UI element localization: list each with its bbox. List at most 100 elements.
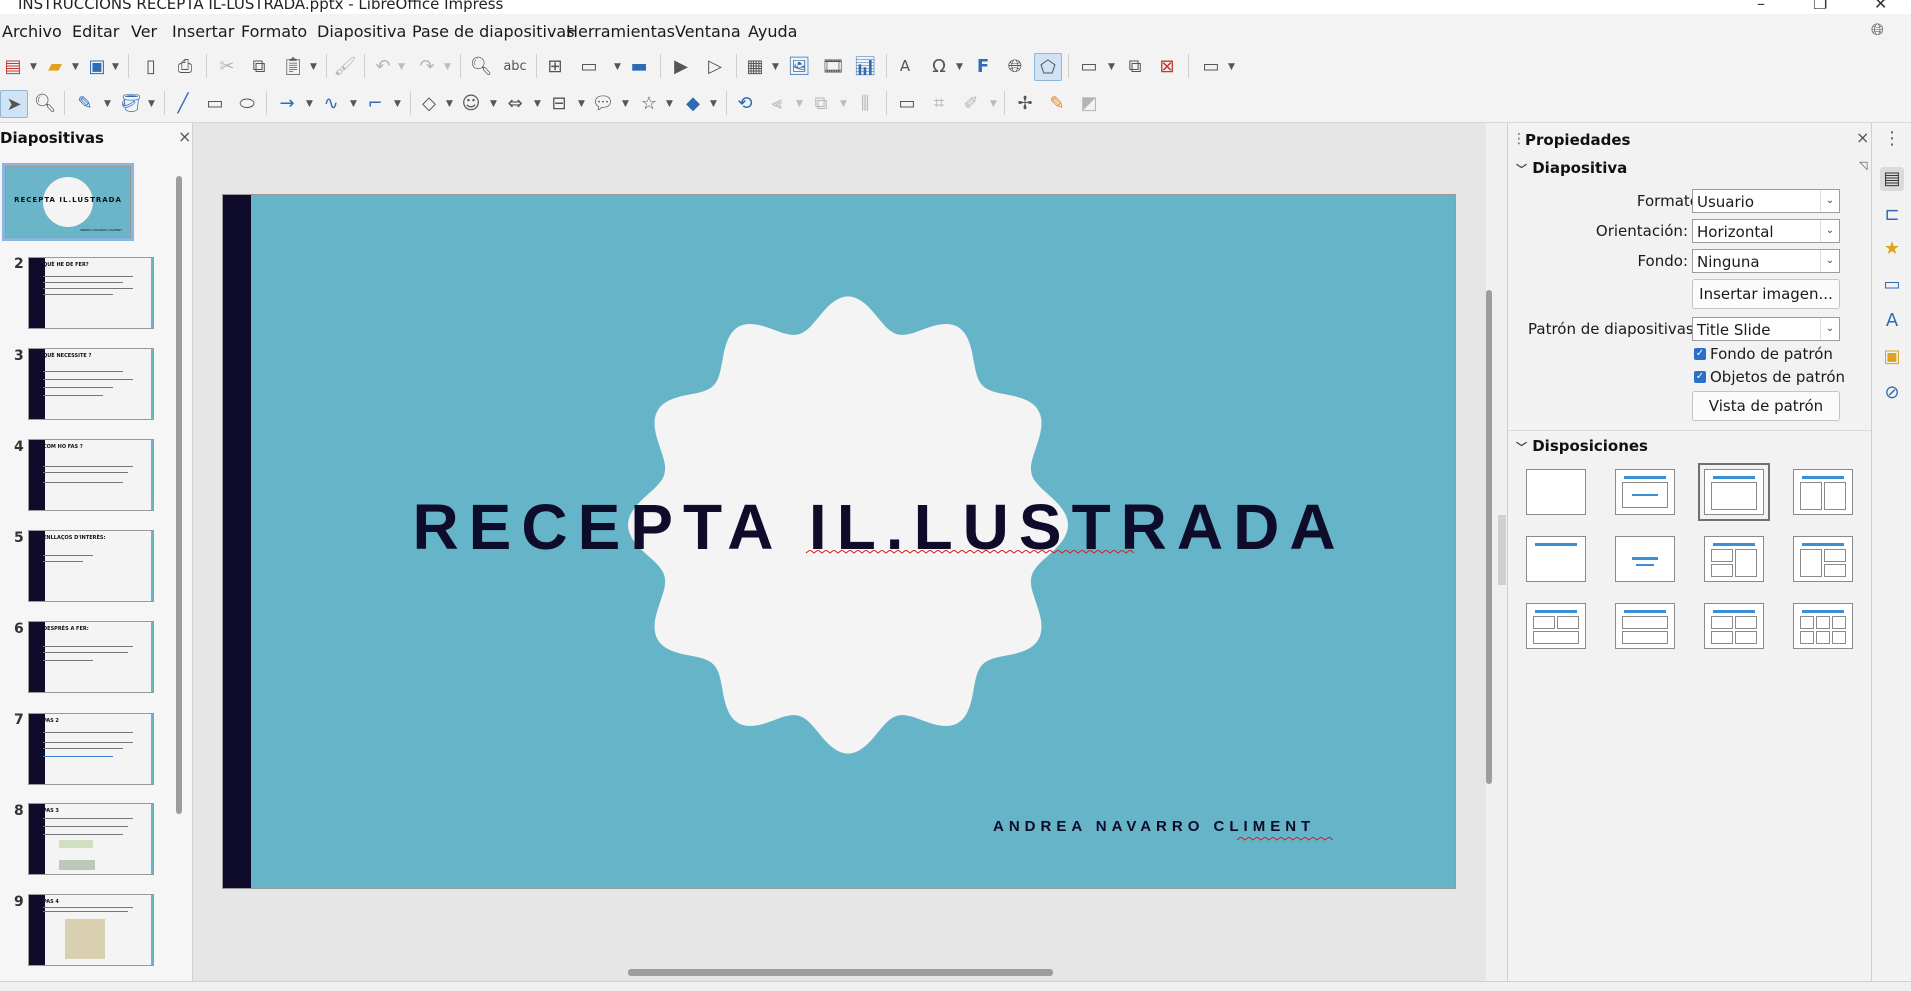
close-icon[interactable]: × <box>1856 128 1869 147</box>
chevron-down-icon[interactable]: ▼ <box>1108 62 1115 72</box>
print-icon[interactable]: ⎙ <box>172 53 198 79</box>
chevron-down-icon[interactable]: ▼ <box>666 99 673 109</box>
slide-thumbnail-8[interactable]: PAS 3 <box>28 803 154 875</box>
menu-ver[interactable]: Ver <box>131 22 157 41</box>
chevron-down-icon[interactable]: ▼ <box>534 99 541 109</box>
chevron-down-icon[interactable]: ▼ <box>306 99 313 109</box>
arrange-icon[interactable]: ⧉ <box>808 90 834 116</box>
duplicate-slide-icon[interactable]: ⧉ <box>1122 53 1148 79</box>
layout-title-content-selected[interactable] <box>1698 463 1770 521</box>
insert-image-button[interactable]: Insertar imagen... <box>1692 279 1840 309</box>
image-icon[interactable]: 🖼︎ <box>786 53 812 79</box>
slide-thumbnail-4[interactable]: COM HO FAS ? <box>28 439 154 511</box>
menu-herramientas[interactable]: Herramientas <box>566 22 675 41</box>
hyperlink-icon[interactable]: 🌐︎ <box>1002 53 1028 79</box>
crop-icon[interactable]: ⌗ <box>926 90 952 116</box>
spelling-icon[interactable]: abc <box>502 53 528 79</box>
layout-title-content-over-content[interactable] <box>1615 603 1675 649</box>
align-objects-icon[interactable]: ⫷ <box>764 90 790 116</box>
connectors-icon[interactable]: ⌐ <box>362 90 388 116</box>
export-pdf-icon[interactable]: ▯ <box>138 53 164 79</box>
slide-thumbnail-1[interactable]: RECEPTA IL.LUSTRADA ANDREA NAVARRO CLIME… <box>2 163 134 241</box>
menu-archivo[interactable]: Archivo <box>2 22 62 41</box>
show-draw-functions-icon[interactable]: ⬠ <box>1034 53 1062 81</box>
new-document-icon[interactable]: ▤ <box>0 53 26 79</box>
master-view-button[interactable]: Vista de patrón <box>1692 391 1840 421</box>
media-icon[interactable]: 🎞︎ <box>820 53 846 79</box>
styles-icon[interactable]: A <box>1880 309 1904 333</box>
master-slide-icon[interactable]: ▬ <box>626 53 652 79</box>
menu-ventana[interactable]: Ventana <box>675 22 741 41</box>
maximize-button[interactable]: ❐ <box>1813 0 1827 13</box>
curves-icon[interactable]: ∿ <box>318 90 344 116</box>
slide-canvas[interactable]: RECEPTA IL.LUSTRADA ANDREA NAVARRO CLIME… <box>222 194 1456 889</box>
chevron-down-icon[interactable]: ▼ <box>446 99 453 109</box>
chevron-down-icon[interactable]: ▼ <box>578 99 585 109</box>
horizontal-scrollbar[interactable] <box>628 969 1053 976</box>
undo-icon[interactable]: ↶ <box>370 53 396 79</box>
cut-icon[interactable]: ✂ <box>214 53 240 79</box>
master-slides-icon[interactable]: ▭ <box>1880 273 1904 297</box>
zoom-pan-icon[interactable]: 🔍︎ <box>32 90 58 116</box>
filter-icon[interactable]: ✐ <box>958 90 984 116</box>
chevron-down-icon[interactable]: ▼ <box>30 62 37 72</box>
menu-insertar[interactable]: Insertar <box>172 22 234 41</box>
3d-objects-icon[interactable]: ◆ <box>680 90 706 116</box>
start-current-slide-icon[interactable]: ▷ <box>702 53 728 79</box>
slide-thumbnail-5[interactable]: ENLLAÇOS D'INTERÈS: <box>28 530 154 602</box>
layout-title-content[interactable] <box>1615 469 1675 515</box>
open-folder-icon[interactable]: ▰ <box>42 53 68 79</box>
points-icon[interactable]: ✢ <box>1012 90 1038 116</box>
slide-thumbnail-3[interactable]: QUÈ NECESSITE ? <box>28 348 154 420</box>
slide-thumbnail-9[interactable]: PAS 4 <box>28 894 154 966</box>
layout-title-2content-content[interactable] <box>1704 536 1764 582</box>
slide-subtitle[interactable]: ANDREA NAVARRO CLIMENT <box>993 818 1315 835</box>
menu-editar[interactable]: Editar <box>72 22 119 41</box>
menu-pase-de-diapositivas[interactable]: Pase de diapositivas <box>412 22 575 41</box>
shadow-icon[interactable]: ▭ <box>894 90 920 116</box>
select-arrow-icon[interactable]: ➤ <box>0 90 28 118</box>
display-views-icon[interactable]: ▭ <box>576 53 602 79</box>
glue-points-icon[interactable]: ✎ <box>1044 90 1070 116</box>
callouts-icon[interactable]: 💬︎ <box>590 90 616 116</box>
layout-title-2content-over-content[interactable] <box>1526 603 1586 649</box>
slide-transition-icon[interactable]: ⊏ <box>1880 203 1904 227</box>
flowchart-icon[interactable]: ⊟ <box>546 90 572 116</box>
grid-icon[interactable]: ⊞ <box>542 53 568 79</box>
gallery-icon[interactable]: ▣ <box>1880 345 1904 369</box>
section-layouts-header[interactable]: ﹀ Disposiciones <box>1516 437 1648 455</box>
save-icon[interactable]: ▣ <box>84 53 110 79</box>
chevron-down-icon[interactable]: ▼ <box>956 62 963 72</box>
menu-diapositiva[interactable]: Diapositiva <box>317 22 406 41</box>
section-slide-header[interactable]: ﹀ Diapositiva <box>1516 159 1627 177</box>
chevron-down-icon[interactable]: ▼ <box>72 62 79 72</box>
navigator-icon[interactable]: ⊘ <box>1880 381 1904 405</box>
special-character-icon[interactable]: Ω <box>926 53 952 79</box>
chevron-down-icon[interactable]: ▼ <box>796 99 803 109</box>
slide-layout-icon[interactable]: ▭ <box>1198 53 1224 79</box>
menu-formato[interactable]: Formato <box>241 22 307 41</box>
stars-icon[interactable]: ☆ <box>636 90 662 116</box>
collapse-sidebar-handle[interactable] <box>1498 515 1506 585</box>
chevron-down-icon[interactable]: ▼ <box>104 99 111 109</box>
layout-title-two-content[interactable] <box>1793 469 1853 515</box>
orientation-select[interactable]: Horizontal ⌄ <box>1692 219 1840 243</box>
layout-title-4content[interactable] <box>1704 603 1764 649</box>
close-icon[interactable]: × <box>178 127 191 146</box>
vertical-scrollbar[interactable] <box>1486 290 1492 784</box>
background-select[interactable]: Ninguna ⌄ <box>1692 249 1840 273</box>
sidebar-settings-icon[interactable]: ⋮ <box>1880 127 1904 151</box>
text-box-icon[interactable]: A <box>892 53 918 79</box>
layout-title-only[interactable] <box>1526 536 1586 582</box>
symbol-shapes-icon[interactable]: ☺ <box>458 90 484 116</box>
menu-ayuda[interactable]: Ayuda <box>748 22 797 41</box>
find-replace-icon[interactable]: 🔍︎ <box>468 53 494 79</box>
chevron-down-icon[interactable]: ▼ <box>394 99 401 109</box>
chevron-down-icon[interactable]: ▼ <box>710 99 717 109</box>
chevron-down-icon[interactable]: ▼ <box>772 62 779 72</box>
slide-thumbnail-7[interactable]: PAS 2 <box>28 713 154 785</box>
ellipse-icon[interactable]: ⬭ <box>234 90 260 116</box>
redo-icon[interactable]: ↷ <box>414 53 440 79</box>
properties-deck-icon[interactable]: ▤ <box>1880 167 1904 191</box>
chevron-down-icon[interactable]: ▼ <box>840 99 847 109</box>
